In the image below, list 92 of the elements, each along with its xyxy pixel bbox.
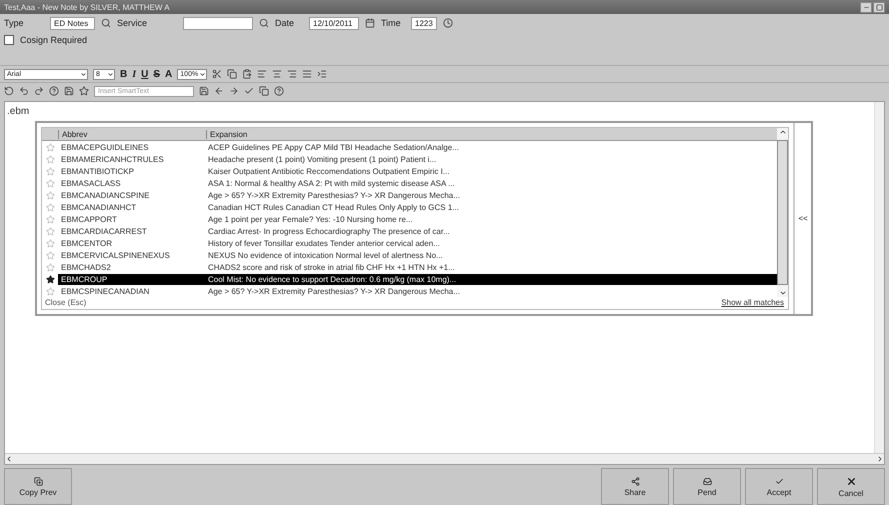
star-icon[interactable] bbox=[46, 250, 54, 260]
indent-icon[interactable] bbox=[317, 69, 328, 79]
document-icon[interactable] bbox=[259, 86, 269, 96]
time-label: Time bbox=[381, 18, 402, 28]
type-field[interactable]: ED Notes bbox=[50, 16, 95, 30]
list-row[interactable]: EBMCENTOR History of fever Tonsillar exudates Tender anterior cervical aden... bbox=[58, 238, 777, 248]
maximize-button[interactable] bbox=[873, 2, 885, 12]
type-label: Type bbox=[4, 18, 25, 28]
star-icon[interactable] bbox=[46, 202, 54, 212]
cosign-label: Cosign Required bbox=[20, 35, 88, 45]
check-icon[interactable] bbox=[244, 86, 254, 96]
arrow-right-icon[interactable] bbox=[229, 86, 239, 96]
star-icon[interactable] bbox=[46, 214, 54, 224]
star-icon[interactable] bbox=[46, 226, 54, 236]
cancel-button[interactable]: Cancel bbox=[817, 468, 885, 505]
date-field[interactable]: 12/10/2011 bbox=[309, 16, 359, 30]
star-icon[interactable] bbox=[46, 166, 54, 176]
list-row[interactable]: EBMCSPINECANADIAN Age > 65? Y->XR Extremity Paresthesias? Y-> XR Dangerous Mecha... bbox=[58, 286, 777, 296]
star-icon[interactable] bbox=[46, 286, 54, 296]
column-header[interactable]: Abbrev bbox=[58, 130, 206, 138]
scroll-left-icon[interactable] bbox=[5, 455, 13, 463]
scroll-right-icon[interactable] bbox=[876, 455, 884, 463]
editor-text: .ebm bbox=[7, 106, 30, 117]
close-link[interactable]: Close (Esc) bbox=[45, 298, 86, 307]
date-label: Date bbox=[275, 18, 296, 28]
scroll-down-icon[interactable] bbox=[778, 289, 786, 297]
star-icon[interactable] bbox=[46, 142, 54, 152]
underline-button[interactable]: U bbox=[141, 68, 148, 80]
strikethrough-button[interactable]: S bbox=[153, 68, 160, 80]
show-all-link[interactable]: Show all matches bbox=[721, 298, 784, 307]
star-icon[interactable] bbox=[46, 154, 54, 164]
calendar-icon[interactable] bbox=[365, 18, 375, 28]
star-icon[interactable] bbox=[46, 274, 54, 284]
minimize-button[interactable] bbox=[860, 2, 872, 12]
align-right-icon[interactable] bbox=[287, 69, 298, 79]
vertical-scrollbar[interactable] bbox=[874, 102, 884, 453]
clock-icon[interactable] bbox=[443, 18, 453, 28]
undo-icon[interactable] bbox=[19, 86, 29, 96]
help-icon[interactable] bbox=[274, 86, 284, 96]
copy-icon bbox=[34, 476, 42, 486]
paste-icon[interactable] bbox=[242, 69, 252, 79]
bold-button[interactable]: B bbox=[120, 68, 128, 80]
help-icon[interactable] bbox=[49, 86, 59, 96]
star-icon[interactable] bbox=[79, 86, 89, 96]
list-row[interactable]: EBMCANADIANCSPINE Age > 65? Y->XR Extremity Paresthesias? Y-> XR Dangerous Mecha... bbox=[58, 190, 777, 200]
accept-icon bbox=[774, 476, 784, 486]
copy-button[interactable]: Copy Prev bbox=[4, 468, 72, 505]
search-icon[interactable] bbox=[101, 18, 111, 28]
list-row[interactable]: EBMCHADS2 CHADS2 score and risk of stroke in atrial fib CHF Hx +1 HTN Hx +1... bbox=[58, 262, 777, 272]
search-icon[interactable] bbox=[259, 18, 269, 28]
copy-icon[interactable] bbox=[227, 69, 238, 79]
share-button[interactable]: Share bbox=[601, 468, 669, 505]
italic-button[interactable]: I bbox=[132, 68, 136, 80]
list-row[interactable]: EBMASACLASS ASA 1: Normal & healthy ASA 2: Pt with mild systemic disease ASA ... bbox=[58, 178, 777, 188]
scissors-icon[interactable] bbox=[212, 69, 222, 79]
service-label: Service bbox=[117, 18, 148, 28]
align-justify-icon[interactable] bbox=[302, 69, 312, 79]
save-icon[interactable] bbox=[199, 86, 209, 96]
list-row[interactable]: EBMCARDIACARREST Cardiac Arrest- In progress Echocardiography The presence of car... bbox=[58, 226, 777, 236]
maximize-icon bbox=[876, 4, 882, 10]
scrollbar[interactable] bbox=[777, 128, 788, 297]
list-row[interactable]: EBMANTIBIOTICKP Kaiser Outpatient Antibiotic Reccomendations Outpatient Empiric I... bbox=[58, 166, 777, 176]
window-title: Test,Aaa - New Note by SILVER, MATTHEW A bbox=[4, 2, 170, 12]
list-row[interactable]: EBMCERVICALSPINENEXUS NEXUS No evidence of intoxication Normal level of alertness No... bbox=[58, 250, 777, 260]
service-field[interactable] bbox=[183, 16, 253, 30]
star-icon[interactable] bbox=[46, 190, 54, 200]
pend-icon bbox=[702, 476, 712, 486]
star-icon[interactable] bbox=[46, 178, 54, 188]
collapse-tab[interactable]: << bbox=[793, 123, 811, 314]
cosign-checkbox[interactable] bbox=[4, 35, 14, 45]
cancel-icon bbox=[846, 476, 856, 486]
accept-button[interactable]: Accept bbox=[745, 468, 813, 505]
align-center-icon[interactable] bbox=[272, 69, 282, 79]
arrow-left-icon[interactable] bbox=[214, 86, 224, 96]
star-icon[interactable] bbox=[46, 238, 54, 248]
font-color-button[interactable]: A bbox=[165, 68, 172, 80]
save-icon[interactable] bbox=[64, 86, 74, 96]
star-icon[interactable] bbox=[46, 262, 54, 272]
align-left-icon[interactable] bbox=[257, 69, 268, 79]
horizontal-scrollbar[interactable] bbox=[5, 453, 884, 464]
list-row[interactable]: EBMAMERICANHCTRULES Headache present (1 point) Vomiting present (1 point) Patient i... bbox=[58, 154, 777, 164]
redo-icon[interactable] bbox=[34, 86, 44, 96]
pend-button[interactable]: Pend bbox=[673, 468, 741, 505]
note-editor[interactable] bbox=[4, 101, 885, 465]
list-row[interactable]: EBMCAPPORT Age 1 point per year Female? Yes: -10 Nursing home re... bbox=[58, 214, 777, 224]
share-icon bbox=[630, 476, 640, 486]
scroll-up-icon[interactable] bbox=[778, 128, 786, 136]
time-field[interactable]: 1223 bbox=[411, 16, 437, 30]
list-row[interactable]: EBMACEPGUIDLEINES ACEP Guidelines PE Appy CAP Mild TBI Headache Sedation/Analge... bbox=[58, 142, 777, 152]
rotate-icon[interactable] bbox=[4, 86, 14, 96]
list-row[interactable]: EBMCROUP Cool Mist: No evidence to support Decadron: 0.6 mg/kg (max 10mg)... bbox=[58, 274, 777, 284]
list-row[interactable]: EBMCANADIANHCT Canadian HCT Rules Canadian CT Head Rules Only Apply to GCS 1... bbox=[58, 202, 777, 212]
